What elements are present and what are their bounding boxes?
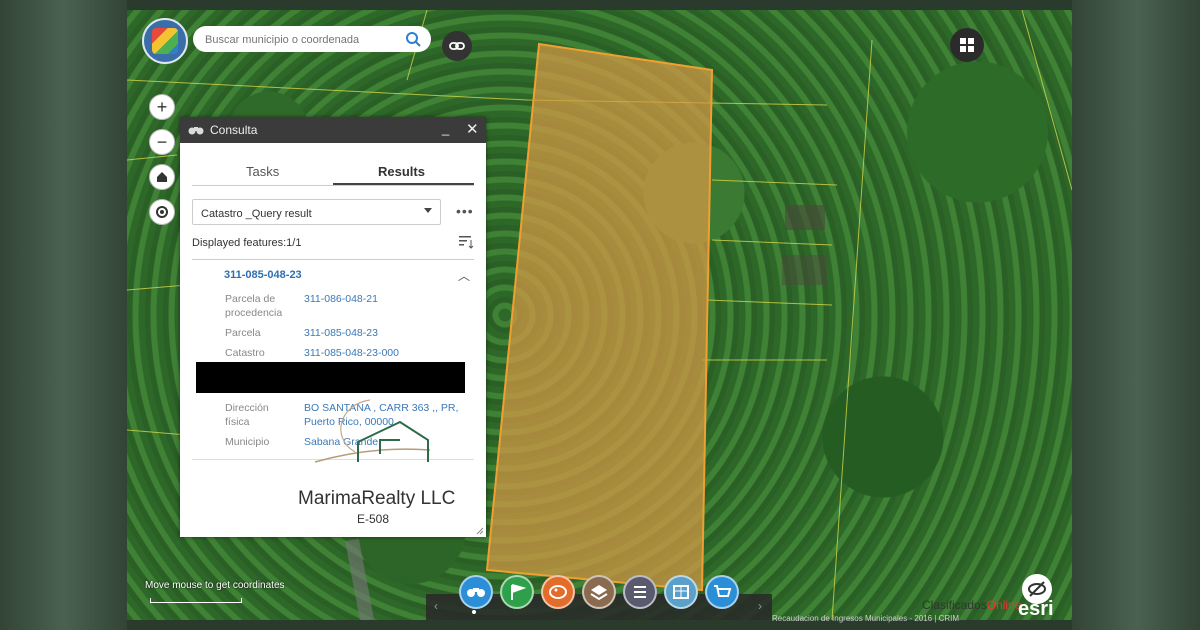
redaction-bar [196,362,465,393]
table-icon [673,585,689,599]
layers-icon [590,585,608,601]
dock-palette-button[interactable] [541,575,575,609]
minimize-icon[interactable]: _ [442,121,449,136]
dock-binoculars-button[interactable] [459,575,493,609]
active-tab-indicator [333,183,474,185]
app-logo[interactable] [142,18,188,64]
link-icon [449,42,465,50]
field-label: Dirección física [225,402,269,428]
blurred-right-margin [1072,0,1200,630]
grid-icon [960,38,974,52]
watermark-company: MarimaRealty LLC [298,488,456,509]
scale-bar [150,598,242,603]
divider [192,259,474,260]
logo-mark [152,28,178,54]
selected-parcel [485,42,714,592]
binoculars-icon [188,127,204,135]
chevron-up-icon[interactable]: ︿ [458,267,470,284]
coordinates-hint: Move mouse to get coordinates [145,580,285,591]
widget-grid-button[interactable] [950,28,984,62]
blurred-left-margin [0,0,127,630]
close-icon[interactable]: ✕ [466,120,479,138]
share-link-button[interactable] [442,31,472,61]
online-text: Online [986,598,1022,612]
dock-table-button[interactable] [664,575,698,609]
displayed-features: Displayed features:1/1 [192,237,302,249]
cart-icon [714,585,732,597]
binoculars-icon [467,588,485,597]
search-icon[interactable] [405,31,421,47]
tab-results[interactable]: Results [378,164,425,179]
watermark-license: E-508 [357,512,390,526]
tab-tasks[interactable]: Tasks [246,164,279,179]
panel-title: Consulta [210,123,258,137]
query-result-select[interactable]: Catastro _Query result [192,199,441,225]
dock-flag-button[interactable] [500,575,534,609]
field-label: Catastro [225,347,265,359]
locate-icon [156,206,168,218]
esri-logo: esri [1018,598,1054,620]
field-value[interactable]: 311-085-048-23 [304,326,378,340]
dock-prev-icon[interactable]: ‹ [434,599,438,613]
more-options-icon[interactable]: ••• [456,203,474,219]
locate-button[interactable] [149,199,175,225]
dock-layers-button[interactable] [582,575,616,609]
field-label: Municipio [225,436,270,448]
field-label: Parcela de procedencia [225,293,283,319]
dock-list-button[interactable] [623,575,657,609]
flag-icon [511,584,527,600]
field-value[interactable]: 311-086-048-21 [304,292,378,306]
search-input[interactable] [203,30,397,50]
clasificados-text: Clasificados [922,598,987,612]
select-value: Catastro _Query result [201,208,312,220]
panel-header: Consulta _ ✕ [180,117,486,143]
search-box[interactable] [193,26,431,52]
dock-cart-button[interactable] [705,575,739,609]
plus-icon: + [156,97,168,117]
field-value[interactable]: 311-085-048-23-000 [304,346,399,360]
feature-title[interactable]: 311-085-048-23 [224,269,302,281]
resize-handle-icon[interactable] [476,527,484,535]
zoom-in-button[interactable]: + [149,94,175,120]
realty-logo-art [314,399,431,463]
list-icon [634,586,646,598]
home-icon [157,172,167,182]
chevron-down-icon [424,208,432,213]
zoom-out-button[interactable]: − [149,129,175,155]
clasificados-watermark: ClasificadosOnline [922,598,1021,612]
field-label: Parcela [225,327,261,339]
dock-next-icon[interactable]: › [758,599,762,613]
sort-icon[interactable] [458,235,474,249]
home-button[interactable] [149,164,175,190]
dock-page-indicator [472,610,476,614]
palette-icon [549,585,567,599]
panel-tabs: Tasks Results [192,161,474,186]
minus-icon: − [156,132,168,152]
map-credits: Recaudacion de Ingresos Municipales - 20… [772,614,960,623]
